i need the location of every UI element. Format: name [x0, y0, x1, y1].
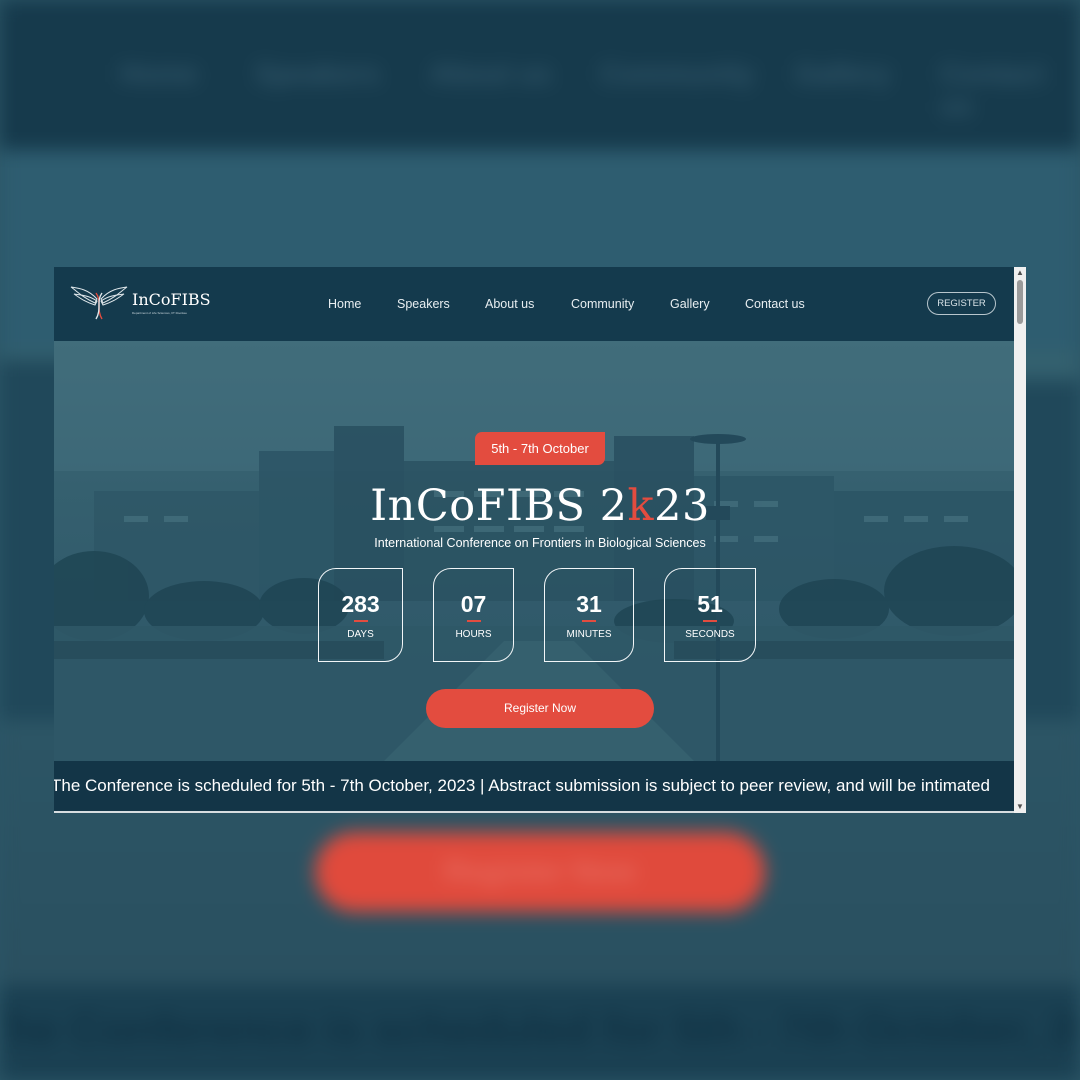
winged-dna-icon [70, 286, 128, 320]
countdown-days: 283 DAYS [318, 568, 403, 662]
register-now-button[interactable]: Register Now [426, 689, 654, 728]
nav-gallery[interactable]: Gallery [670, 297, 710, 311]
announcement-ticker: The Conference is scheduled for 5th - 7t… [54, 761, 1014, 811]
countdown-seconds: 51 SECONDS [664, 568, 756, 662]
nav-contact-us[interactable]: Contact us [745, 297, 805, 311]
nav-community[interactable]: Community [571, 297, 634, 311]
ticker-text: The Conference is scheduled for 5th - 7t… [54, 776, 990, 795]
logo-text: InCoFIBS [132, 290, 211, 309]
navbar: InCoFIBS Department of Life Sciences, II… [54, 267, 1014, 341]
logo-subtext: Department of Life Sciences, IIT Roorkee [132, 311, 187, 315]
triangle-down-icon[interactable]: ▼ [1014, 801, 1026, 813]
site-logo[interactable]: InCoFIBS Department of Life Sciences, II… [70, 285, 211, 325]
browser-viewport: InCoFIBS Department of Life Sciences, II… [54, 267, 1026, 813]
vertical-scrollbar[interactable]: ▲ ▼ [1014, 267, 1026, 813]
date-badge: 5th - 7th October [475, 432, 605, 465]
nav-speakers[interactable]: Speakers [397, 297, 450, 311]
countdown-hours: 07 HOURS [433, 568, 514, 662]
nav-home[interactable]: Home [328, 297, 361, 311]
conference-title: InCoFIBS 2k23 [370, 481, 710, 531]
nav-about-us[interactable]: About us [485, 297, 534, 311]
hero-section: 5th - 7th October InCoFIBS 2k23 Internat… [54, 341, 1014, 761]
web-page: InCoFIBS Department of Life Sciences, II… [54, 267, 1014, 813]
countdown-minutes: 31 MINUTES [544, 568, 634, 662]
conference-subtitle: International Conference on Frontiers in… [374, 536, 706, 550]
scroll-thumb[interactable] [1017, 280, 1023, 324]
divider [54, 811, 1014, 813]
triangle-up-icon[interactable]: ▲ [1014, 267, 1026, 279]
register-button[interactable]: REGISTER [927, 292, 996, 315]
